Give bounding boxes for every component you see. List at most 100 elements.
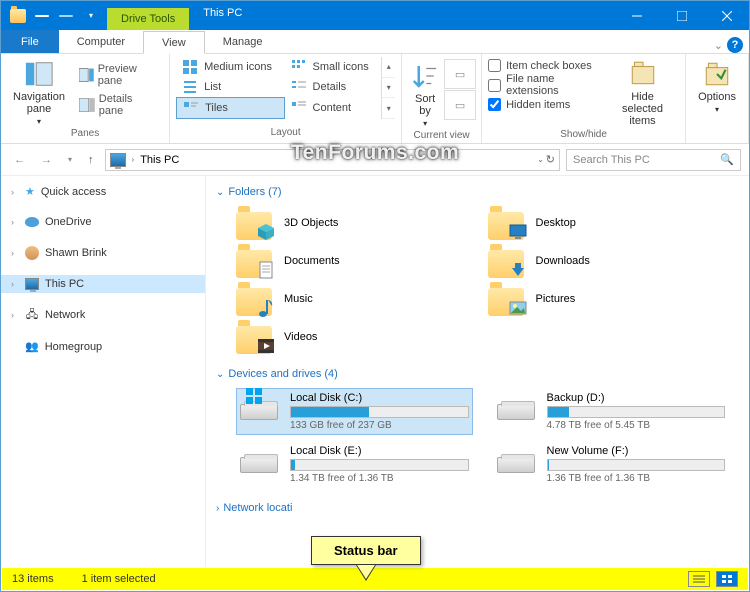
navigation-pane: ›★Quick access ›OneDrive ›Shawn Brink ›T… [1, 176, 206, 567]
drive-free: 1.34 TB free of 1.36 TB [290, 473, 469, 484]
drive-icon [497, 445, 537, 477]
drive-e[interactable]: Local Disk (E:) 1.34 TB free of 1.36 TB [236, 441, 473, 488]
drive-icon [240, 445, 280, 477]
document-icon [256, 260, 276, 280]
drive-icon [497, 392, 537, 424]
up-button[interactable]: ↑ [83, 152, 99, 168]
download-icon [508, 260, 528, 280]
drive-label: New Volume (F:) [547, 445, 726, 457]
group-label-panes: Panes [7, 128, 163, 141]
app-icon[interactable] [7, 5, 29, 27]
options-button[interactable]: Options ▾ [692, 57, 742, 116]
qat-properties-icon[interactable] [31, 5, 53, 27]
drive-label: Local Disk (E:) [290, 445, 469, 457]
group-label-showhide: Show/hide [488, 129, 679, 142]
folder-pictures[interactable]: Pictures [488, 282, 720, 316]
drive-free: 1.36 TB free of 1.36 TB [547, 473, 726, 484]
minimize-button[interactable] [614, 1, 659, 30]
network-section-header[interactable]: ›Network locati [216, 498, 739, 518]
nav-onedrive[interactable]: ›OneDrive [1, 213, 205, 231]
callout-annotation: Status bar [311, 536, 421, 579]
drives-section-header[interactable]: ⌄Devices and drives (4) [216, 364, 739, 384]
refresh-icon[interactable]: ↻ [546, 153, 555, 166]
addcolumns-button[interactable]: ▭ [444, 90, 476, 120]
nav-homegroup[interactable]: 👥Homegroup [1, 337, 205, 356]
thispc-icon [110, 153, 126, 167]
item-checkboxes-toggle[interactable]: Item check boxes [488, 59, 600, 72]
hidden-items-toggle[interactable]: Hidden items [488, 98, 600, 111]
ribbon-collapse-icon[interactable]: ⌄ [714, 39, 723, 52]
thumbnails-view-button[interactable] [716, 571, 738, 587]
tab-computer[interactable]: Computer [59, 30, 143, 53]
file-extensions-toggle[interactable]: File name extensions [488, 73, 600, 97]
folder-documents[interactable]: Documents [236, 244, 468, 278]
drive-label: Backup (D:) [547, 392, 726, 404]
help-icon[interactable]: ? [727, 37, 743, 53]
forward-button[interactable]: → [36, 152, 57, 168]
star-icon: ★ [25, 185, 35, 198]
network-icon: 🖧 [25, 308, 39, 322]
windows-logo-icon [246, 388, 262, 404]
folder-videos[interactable]: Videos [236, 320, 468, 354]
close-button[interactable] [704, 1, 749, 30]
layout-content[interactable]: Content [285, 97, 382, 119]
cube-icon [256, 222, 276, 242]
tab-manage[interactable]: Manage [205, 30, 281, 53]
group-label-currentview: Current view [408, 130, 475, 143]
preview-pane-button[interactable]: Preview pane [75, 61, 163, 89]
breadcrumb[interactable]: This PC [140, 154, 179, 166]
drive-c[interactable]: Local Disk (C:) 133 GB free of 237 GB [236, 388, 473, 435]
details-view-button[interactable] [688, 571, 710, 587]
drive-label: Local Disk (C:) [290, 392, 469, 404]
group-label-layout: Layout [176, 127, 395, 140]
layout-tiles[interactable]: Tiles [176, 97, 284, 119]
video-icon [256, 336, 276, 356]
monitor-icon [25, 278, 39, 290]
layout-medium-icons[interactable]: Medium icons [176, 57, 284, 77]
layout-details[interactable]: Details [285, 77, 382, 97]
title-bar: ▾ Drive Tools This PC [1, 1, 749, 30]
drive-icon [240, 392, 280, 424]
folder-desktop[interactable]: Desktop [488, 206, 720, 240]
folder-3d-objects[interactable]: 3D Objects [236, 206, 468, 240]
nav-network[interactable]: ›🖧Network [1, 305, 205, 325]
nav-user[interactable]: ›Shawn Brink [1, 243, 205, 263]
tab-view[interactable]: View [143, 31, 205, 54]
status-selection: 1 item selected [82, 573, 156, 585]
picture-icon [508, 298, 528, 318]
music-icon [256, 298, 276, 318]
layout-list[interactable]: List [176, 77, 284, 97]
layout-small-icons[interactable]: Small icons [285, 57, 382, 77]
content-pane: ⌄Folders (7) 3D Objects Desktop Document… [206, 176, 749, 567]
drive-free: 4.78 TB free of 5.45 TB [547, 420, 726, 431]
navigation-pane-button[interactable]: Navigation pane ▾ [7, 57, 71, 128]
qat-customize-icon[interactable]: ▾ [79, 5, 101, 27]
recent-dropdown[interactable]: ▾ [63, 153, 77, 166]
nav-this-pc[interactable]: ›This PC [1, 275, 205, 293]
hide-selected-button[interactable]: Hide selected items [606, 57, 679, 129]
cloud-icon [25, 217, 39, 227]
window-title: This PC [189, 1, 256, 30]
folder-music[interactable]: Music [236, 282, 468, 316]
groupby-button[interactable]: ▭ [444, 59, 476, 89]
tab-file[interactable]: File [1, 30, 59, 53]
search-icon: 🔍 [720, 153, 734, 166]
drive-f[interactable]: New Volume (F:) 1.36 TB free of 1.36 TB [493, 441, 730, 488]
back-button[interactable]: ← [9, 152, 30, 168]
qat-newfolder-icon[interactable] [55, 5, 77, 27]
drive-d[interactable]: Backup (D:) 4.78 TB free of 5.45 TB [493, 388, 730, 435]
desktop-icon [508, 222, 528, 242]
quick-access-toolbar: ▾ [1, 1, 107, 30]
search-placeholder: Search This PC [573, 154, 650, 166]
person-icon [25, 246, 39, 260]
maximize-button[interactable] [659, 1, 704, 30]
search-box[interactable]: Search This PC 🔍 [566, 149, 741, 171]
details-pane-button[interactable]: Details pane [75, 91, 163, 119]
folder-downloads[interactable]: Downloads [488, 244, 720, 278]
folders-section-header[interactable]: ⌄Folders (7) [216, 182, 739, 202]
drive-free: 133 GB free of 237 GB [290, 420, 469, 431]
sort-by-button[interactable]: Sort by ▾ [408, 59, 442, 130]
layout-scroll[interactable]: ▴▾▾ [381, 57, 395, 119]
nav-quick-access[interactable]: ›★Quick access [1, 182, 205, 201]
address-bar[interactable]: › This PC ⌄↻ [105, 149, 560, 171]
